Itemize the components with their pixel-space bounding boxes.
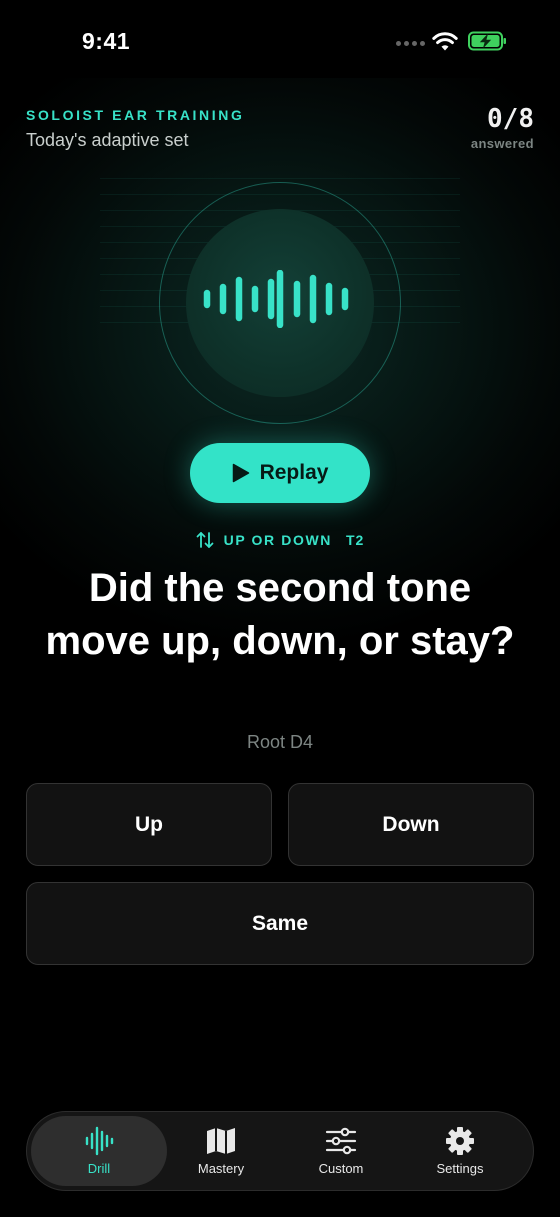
drill-panel: SOLOIST EAR TRAINING Today's adaptive se… <box>0 78 560 1217</box>
brand-title: SOLOIST EAR TRAINING <box>26 107 245 123</box>
exercise-category: UP OR DOWN T2 <box>0 531 560 549</box>
score-value: 0/8 <box>487 104 534 134</box>
drill-screen: 9:41 SOLOIST EAR TRAINING Today's adapti… <box>0 0 560 1217</box>
category-label: UP OR DOWN <box>223 532 332 548</box>
answer-same-button[interactable]: Same <box>26 882 534 965</box>
tier-tag: T2 <box>345 532 365 548</box>
tab-label: Settings <box>436 1161 484 1176</box>
waveform-icon <box>85 1126 114 1156</box>
audio-waveform-icon <box>203 270 349 328</box>
replay-label: Replay <box>259 461 329 484</box>
map-icon <box>207 1128 235 1154</box>
up-down-arrows-icon <box>196 532 214 548</box>
gear-icon <box>446 1127 474 1155</box>
play-icon <box>232 463 249 483</box>
root-note: Root D4 <box>246 732 314 752</box>
set-subtitle: Today's adaptive set <box>26 130 189 150</box>
answer-down-button[interactable]: Down <box>288 783 534 866</box>
tab-custom[interactable]: Custom <box>273 1116 409 1186</box>
battery-charging-icon <box>468 31 506 51</box>
question-text: Did the second tone move up, down, or st… <box>45 566 515 663</box>
score-counter: 0/8 answered <box>471 104 534 151</box>
tab-label: Drill <box>87 1161 111 1176</box>
answer-up-button[interactable]: Up <box>26 783 272 866</box>
cellular-signal-icon <box>396 41 425 46</box>
status-bar: 9:41 <box>0 0 560 78</box>
tab-label: Mastery <box>197 1161 245 1176</box>
tab-mastery[interactable]: Mastery <box>153 1116 289 1186</box>
tab-settings[interactable]: Settings <box>392 1116 528 1186</box>
sliders-icon <box>325 1127 357 1155</box>
tab-label: Custom <box>318 1161 364 1176</box>
wifi-icon <box>432 32 458 51</box>
replay-button[interactable]: Replay <box>190 443 370 503</box>
score-label: answered <box>470 136 534 151</box>
tab-bar: Drill Mastery Custom Settings <box>26 1111 534 1191</box>
status-time: 9:41 <box>82 28 131 54</box>
tab-drill[interactable]: Drill <box>31 1116 167 1186</box>
